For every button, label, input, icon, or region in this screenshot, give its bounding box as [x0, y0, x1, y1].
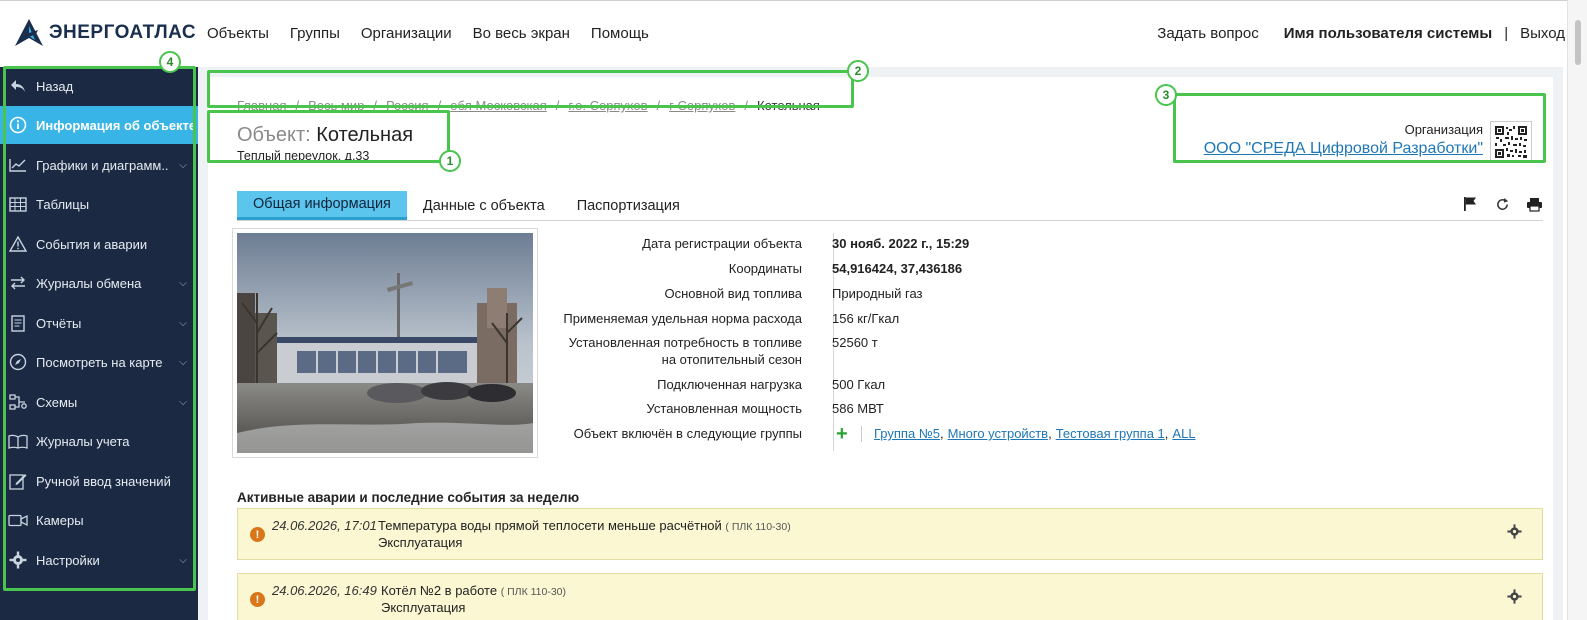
property-row: Объект включён в следующие группы + Груп…: [538, 424, 1196, 444]
event-item[interactable]: ! 24.06.2026, 17:01 Температура воды пря…: [237, 508, 1543, 560]
event-time: 24.06.2026, 17:01: [272, 518, 377, 533]
flag-icon[interactable]: [1461, 195, 1479, 213]
group-link[interactable]: Тестовая группа 1: [1056, 425, 1165, 442]
event-device: ( ПЛК 110-30): [725, 521, 791, 533]
photo-image: [237, 233, 533, 453]
property-value: Природный газ: [832, 286, 923, 301]
logo-icon: [15, 19, 43, 46]
refresh-icon[interactable]: [1493, 195, 1511, 213]
gear-icon[interactable]: [1507, 589, 1522, 609]
property-value: 586 МВТ: [832, 401, 884, 416]
property-name: Объект включён в следующие группы: [573, 426, 802, 441]
object-photo[interactable]: [232, 228, 538, 458]
event-message-text: Котёл №2 в работе: [381, 583, 498, 598]
event-item[interactable]: ! 24.06.2026, 16:49 Котёл №2 в работе ( …: [237, 573, 1543, 620]
groups-list: + Группа №5, Много устройств, Тестовая г…: [818, 424, 1196, 444]
property-value: 54,916424, 37,436186: [832, 261, 963, 276]
logo-text: ЭНЕРГОАТЛАС: [49, 22, 197, 43]
event-message-text: Температура воды прямой теплосети меньше…: [378, 518, 722, 533]
property-row: Подключенная нагрузка 500 Гкал: [538, 376, 885, 393]
property-row: Установленная потребность в топливе на о…: [538, 334, 878, 368]
warning-icon: !: [250, 527, 265, 542]
event-message: Температура воды прямой теплосети меньше…: [378, 518, 791, 533]
nav-objects[interactable]: Объекты: [207, 25, 269, 42]
annotation-badge: 1: [439, 150, 461, 172]
property-name: Подключенная нагрузка: [657, 377, 802, 392]
add-group-button[interactable]: +: [832, 424, 862, 444]
logout-link[interactable]: Выход: [1520, 25, 1565, 42]
nav-fullscreen[interactable]: Во весь экран: [473, 25, 570, 42]
top-nav: Объекты Группы Организации Во весь экран…: [207, 25, 670, 42]
property-name: Применяемая удельная норма расхода: [563, 311, 802, 326]
tab-general-info[interactable]: Общая информация: [237, 191, 407, 220]
group-link[interactable]: Группа №5: [874, 425, 940, 442]
tab-object-data[interactable]: Данные с объекта: [407, 191, 561, 220]
property-value: 500 Гкал: [832, 377, 886, 392]
property-value: 52560 т: [832, 335, 878, 350]
annotation-box-sidebar: [3, 66, 196, 591]
annotation-box-organization: [1173, 93, 1546, 163]
event-time: 24.06.2026, 16:49: [272, 583, 377, 598]
annotation-badge: 2: [847, 60, 869, 82]
property-name: Основной вид топлива: [664, 286, 803, 301]
events-title: Активные аварии и последние события за н…: [237, 490, 580, 505]
property-name-line: на отопительный сезон: [661, 352, 802, 367]
tab-passport[interactable]: Паспортизация: [561, 191, 696, 220]
property-name: Координаты: [728, 261, 802, 276]
nav-help[interactable]: Помощь: [591, 25, 649, 42]
property-row: Применяемая удельная норма расхода 156 к…: [538, 310, 899, 327]
nav-groups[interactable]: Группы: [290, 25, 340, 42]
tab-bar: Общая информация Данные с объекта Паспор…: [237, 191, 1543, 221]
user-name[interactable]: Имя пользователя системы: [1284, 25, 1492, 42]
property-name: Дата регистрации объекта: [642, 236, 802, 251]
property-value: 30 нояб. 2022 г., 15:29: [832, 236, 970, 251]
property-row: Дата регистрации объекта 30 нояб. 2022 г…: [538, 235, 969, 252]
group-link[interactable]: ALL: [1172, 425, 1195, 442]
separator: |: [1504, 25, 1509, 42]
property-name: Установленная мощность: [646, 401, 803, 416]
top-bar: ЭНЕРГОАТЛАС Объекты Группы Организации В…: [0, 0, 1587, 67]
annotation-box-breadcrumb: [207, 70, 854, 108]
annotation-badge: 3: [1155, 84, 1177, 106]
nav-organizations[interactable]: Организации: [361, 25, 452, 42]
tab-actions: [1461, 195, 1543, 213]
group-link[interactable]: Много устройств: [948, 425, 1048, 442]
app-logo[interactable]: ЭНЕРГОАТЛАС: [14, 18, 196, 48]
user-area: Задать вопрос Имя пользователя системы |…: [1157, 25, 1565, 42]
scrollbar-thumb[interactable]: [1575, 20, 1581, 65]
event-message: Котёл №2 в работе ( ПЛК 110-30): [381, 583, 566, 598]
property-row: Координаты 54,916424, 37,436186: [538, 260, 962, 277]
property-value: 156 кг/Гкал: [832, 311, 900, 326]
annotation-badge: 4: [159, 51, 181, 73]
annotation-box-object-title: [207, 110, 450, 163]
property-row: Установленная мощность 586 МВТ: [538, 400, 884, 417]
event-device: ( ПЛК 110-30): [500, 586, 567, 598]
property-name-line: Установленная потребность в топливе: [568, 335, 802, 350]
property-row: Основной вид топлива Природный газ: [538, 285, 923, 302]
print-icon[interactable]: [1525, 195, 1543, 213]
gear-icon[interactable]: [1507, 524, 1522, 544]
page-scrollbar[interactable]: [1567, 0, 1587, 620]
property-name: Установленная потребность в топливе на о…: [538, 334, 818, 368]
warning-icon: !: [250, 592, 265, 607]
event-category: Эксплуатация: [378, 535, 463, 550]
event-category: Эксплуатация: [381, 600, 466, 615]
ask-question-link[interactable]: Задать вопрос: [1157, 25, 1258, 42]
